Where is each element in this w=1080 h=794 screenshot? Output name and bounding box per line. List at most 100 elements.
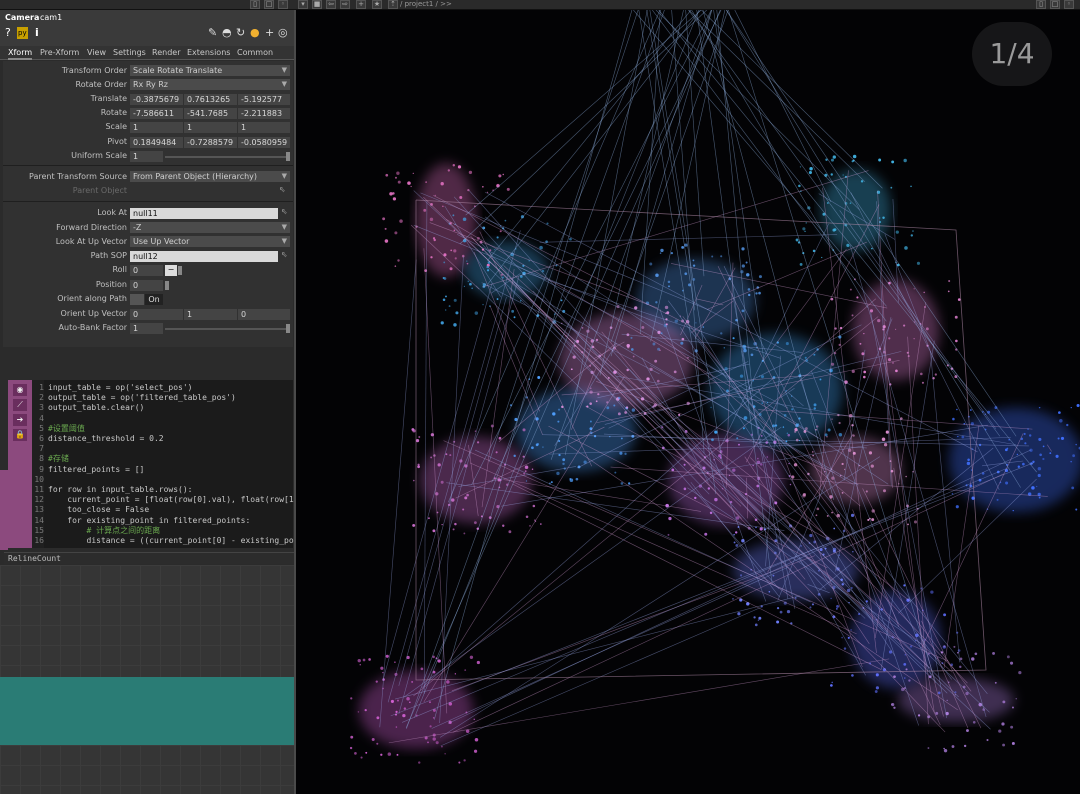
python-icon[interactable]: py (17, 27, 28, 39)
pick-arrow-icon[interactable]: ⇖ (281, 250, 288, 259)
translate-z-field[interactable]: -5.192577 (238, 94, 290, 105)
operator-name[interactable]: cam1 (40, 13, 62, 22)
particle (449, 267, 453, 271)
code-editor[interactable]: ◉ ⟋ ➔ 🔒 1 input_table = op('select_pos') 2… (8, 380, 298, 548)
line-number: 2 (39, 393, 44, 403)
pane-max-icon[interactable]: □ (264, 0, 274, 9)
dat-title[interactable]: RelineCount (4, 552, 294, 564)
particle (935, 711, 939, 715)
graph-icon[interactable]: ⟋ (13, 399, 27, 411)
edit-icon[interactable]: ✎ (208, 27, 217, 39)
network-node-strip[interactable] (0, 677, 295, 745)
orient-along-path-toggle[interactable]: On (145, 294, 163, 305)
forward-direction-menu[interactable]: -Z ▼ (130, 222, 290, 233)
pane-split-icon-right[interactable]: ▯ (1036, 0, 1046, 9)
up-icon[interactable]: ⇡ (388, 0, 398, 9)
viewer-icon[interactable]: ◉ (13, 384, 27, 396)
pick-arrow-icon[interactable]: ⇖ (281, 207, 288, 216)
translate-y-field[interactable]: 0.7613265 (184, 94, 237, 105)
particle (684, 272, 688, 276)
position-field[interactable]: 0 (130, 280, 163, 291)
rotate-x-field[interactable]: -7.586611 (130, 108, 183, 119)
pivot-y-field[interactable]: -0.7288579 (184, 137, 237, 148)
particle-cluster (811, 436, 901, 504)
particle (626, 343, 630, 348)
python-logo-icon[interactable]: ● (250, 27, 260, 39)
transform-order-menu[interactable]: Scale Rotate Translate ▼ (130, 65, 290, 76)
uniform-scale-field[interactable]: 1 (130, 151, 163, 162)
particle (531, 446, 534, 450)
tab-render[interactable]: Render (152, 48, 180, 57)
parent-transform-source-menu[interactable]: From Parent Object (Hierarchy) ▼ (130, 171, 290, 182)
orient-along-path-toggle-track[interactable] (130, 294, 144, 305)
tab-view[interactable]: View (87, 48, 106, 57)
comment-icon[interactable]: ◓ (222, 27, 232, 39)
auto-bank-factor-slider[interactable] (165, 328, 290, 330)
particle (847, 636, 850, 639)
roll-step-button[interactable]: − (165, 265, 177, 276)
help-icon[interactable]: ? (5, 27, 11, 39)
rotate-order-menu[interactable]: Rx Ry Rz ▼ (130, 79, 290, 90)
orient-up-x-field[interactable]: 0 (130, 309, 183, 320)
back-icon[interactable]: ⇦ (326, 0, 336, 9)
code-text: too_close = False (48, 505, 150, 515)
tab-extensions[interactable]: Extensions (187, 48, 230, 57)
pane-max-icon-right[interactable]: □ (1050, 0, 1060, 9)
particle (630, 348, 634, 351)
orient-up-z-field[interactable]: 0 (238, 309, 290, 320)
scale-z-field[interactable]: 1 (238, 122, 290, 133)
tab-xform[interactable]: Xform (8, 48, 33, 60)
particle (655, 273, 659, 278)
particle (913, 520, 918, 524)
forward-icon[interactable]: ⇨ (340, 0, 350, 9)
uniform-scale-slider[interactable] (165, 156, 290, 158)
path-sop-field[interactable]: null12 (130, 251, 278, 262)
particle (1015, 698, 1017, 700)
pivot-x-field[interactable]: 0.1849484 (130, 137, 183, 148)
roll-slider-knob[interactable] (178, 266, 182, 275)
3d-viewport[interactable]: 1/4 (296, 10, 1080, 794)
particle (454, 673, 457, 675)
arrow-right-icon[interactable]: ➔ (13, 414, 27, 426)
particle (917, 714, 921, 717)
particle (943, 749, 948, 753)
particle (411, 680, 414, 683)
stop-icon[interactable]: ■ (312, 0, 322, 9)
rotate-z-field[interactable]: -2.211883 (238, 108, 290, 119)
pane-close-icon[interactable]: ◦ (278, 0, 288, 9)
auto-bank-factor-knob[interactable] (286, 324, 290, 333)
orient-up-vector-label: Orient Up Vector (60, 309, 127, 318)
roll-field[interactable]: 0 (130, 265, 163, 276)
line-number: 4 (39, 413, 44, 423)
reset-icon[interactable]: ↻ (236, 27, 245, 39)
particle (742, 427, 745, 430)
scale-y-field[interactable]: 1 (184, 122, 237, 133)
translate-x-field[interactable]: -0.3875679 (130, 94, 183, 105)
pane-close-icon-right[interactable]: ◦ (1064, 0, 1074, 9)
target-icon[interactable]: ◎ (278, 27, 288, 39)
lock-icon[interactable]: 🔒 (13, 429, 27, 441)
tab-common[interactable]: Common (237, 48, 273, 57)
menu-arrow-icon[interactable]: ▾ (298, 0, 308, 9)
position-slider-knob[interactable] (165, 281, 169, 290)
scale-x-field[interactable]: 1 (130, 122, 183, 133)
particle (738, 443, 740, 446)
add-icon[interactable]: + (356, 0, 366, 9)
auto-bank-factor-field[interactable]: 1 (130, 323, 163, 334)
rotate-y-field[interactable]: -541.7685 (184, 108, 237, 119)
star-icon[interactable]: ★ (372, 0, 382, 9)
info-icon[interactable]: i (35, 27, 39, 39)
pivot-z-field[interactable]: -0.0580959 (238, 137, 290, 148)
pane-split-icon[interactable]: ▯ (250, 0, 260, 9)
add-param-icon[interactable]: + (265, 27, 274, 39)
pick-arrow-icon[interactable]: ⇖ (279, 185, 286, 194)
line-number: 3 (39, 403, 44, 413)
particle (468, 170, 473, 175)
tab-settings[interactable]: Settings (113, 48, 146, 57)
look-at-field[interactable]: null11 (130, 208, 278, 219)
look-at-up-vector-menu[interactable]: Use Up Vector ▼ (130, 236, 290, 247)
network-path[interactable]: / project1 / >> (400, 0, 452, 9)
uniform-scale-knob[interactable] (286, 152, 290, 161)
tab-pre-xform[interactable]: Pre-Xform (40, 48, 79, 57)
orient-up-y-field[interactable]: 1 (184, 309, 237, 320)
